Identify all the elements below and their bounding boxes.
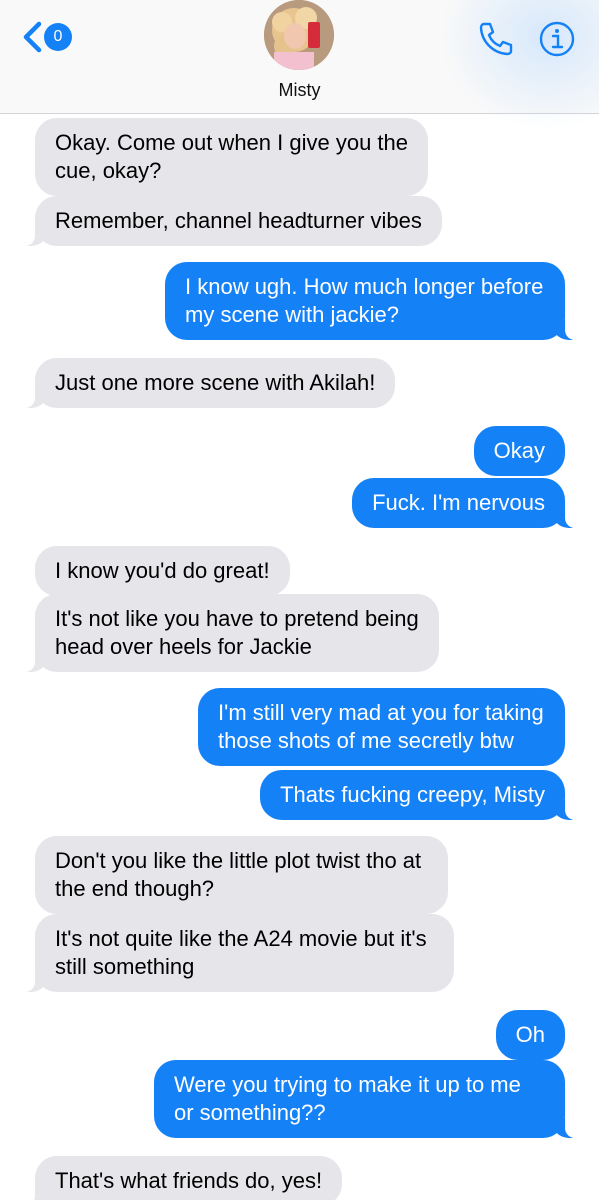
message-row: It's not like you have to pretend being … bbox=[25, 594, 439, 672]
incoming-message-bubble[interactable]: It's not like you have to pretend being … bbox=[25, 594, 439, 672]
message-row: Okay bbox=[473, 426, 565, 476]
message-row: Don't you like the little plot twist tho… bbox=[35, 836, 448, 914]
outgoing-message-bubble[interactable]: Fuck. I'm nervous bbox=[352, 478, 575, 528]
chevron-left-icon bbox=[22, 21, 42, 53]
contact-avatar[interactable] bbox=[264, 0, 334, 70]
incoming-message-bubble[interactable]: Okay. Come out when I give you the cue, … bbox=[35, 118, 428, 196]
info-icon[interactable] bbox=[538, 20, 576, 63]
contact-name[interactable]: Misty bbox=[0, 80, 599, 101]
message-row: That's what friends do, yes! bbox=[24, 1156, 343, 1200]
message-row: I'm still very mad at you for taking tho… bbox=[198, 688, 565, 766]
incoming-message-bubble[interactable]: Remember, channel headturner vibes bbox=[25, 196, 442, 246]
conversation-header: 0 Misty bbox=[0, 0, 599, 130]
outgoing-message-bubble[interactable]: Were you trying to make it up to me or s… bbox=[154, 1060, 575, 1138]
message-thread[interactable]: Okay. Come out when I give you the cue, … bbox=[0, 114, 599, 1200]
message-row: Oh bbox=[495, 1010, 565, 1060]
incoming-message-bubble[interactable]: Just one more scene with Akilah! bbox=[24, 358, 396, 408]
outgoing-message-bubble[interactable]: Thats fucking creepy, Misty bbox=[260, 770, 575, 820]
incoming-message-bubble[interactable]: Don't you like the little plot twist tho… bbox=[35, 836, 448, 914]
message-row: Remember, channel headturner vibes bbox=[25, 196, 442, 246]
outgoing-message-bubble[interactable]: I'm still very mad at you for taking tho… bbox=[198, 688, 565, 766]
message-row: I know ugh. How much longer before my sc… bbox=[165, 262, 575, 340]
incoming-message-bubble[interactable]: It's not quite like the A24 movie but it… bbox=[25, 914, 454, 992]
incoming-message-bubble[interactable]: I know you'd do great! bbox=[35, 546, 290, 596]
message-row: Just one more scene with Akilah! bbox=[24, 358, 396, 408]
outgoing-message-bubble[interactable]: Okay bbox=[473, 426, 565, 476]
outgoing-message-bubble[interactable]: I know ugh. How much longer before my sc… bbox=[165, 262, 575, 340]
message-row: Fuck. I'm nervous bbox=[352, 478, 575, 528]
message-row: Thats fucking creepy, Misty bbox=[260, 770, 575, 820]
outgoing-message-bubble[interactable]: Oh bbox=[495, 1010, 565, 1060]
incoming-message-bubble[interactable]: That's what friends do, yes! bbox=[24, 1156, 343, 1200]
back-button[interactable]: 0 bbox=[22, 20, 72, 54]
message-row: Okay. Come out when I give you the cue, … bbox=[35, 118, 428, 196]
message-row: It's not quite like the A24 movie but it… bbox=[25, 914, 454, 992]
unread-badge: 0 bbox=[44, 23, 72, 51]
message-row: Were you trying to make it up to me or s… bbox=[154, 1060, 575, 1138]
phone-icon[interactable] bbox=[476, 20, 516, 61]
message-row: I know you'd do great! bbox=[35, 546, 290, 596]
